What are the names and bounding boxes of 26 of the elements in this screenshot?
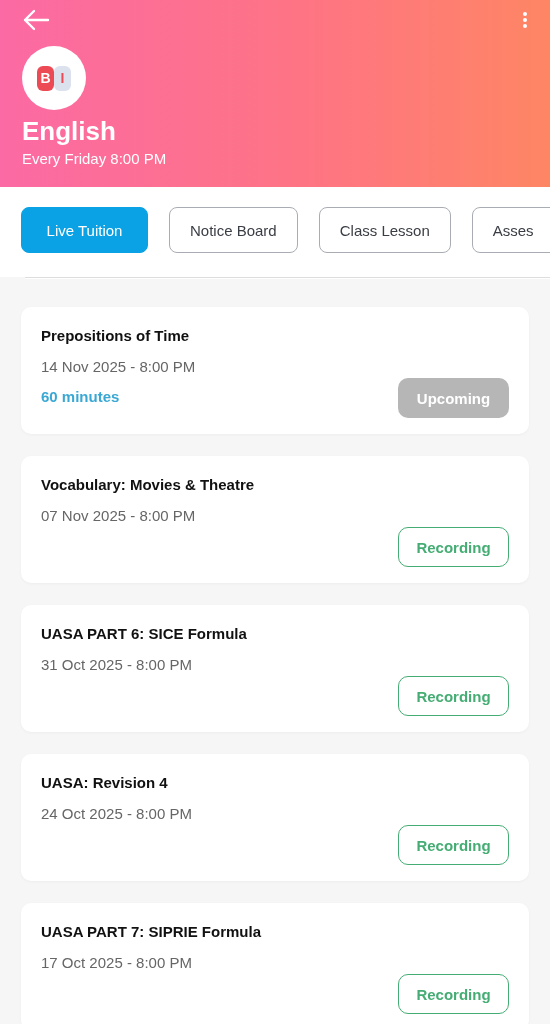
recording-button[interactable]: Recording xyxy=(398,974,509,1014)
recording-button[interactable]: Recording xyxy=(398,676,509,716)
more-options-icon[interactable] xyxy=(522,11,528,29)
tab[interactable]: Class Lesson xyxy=(318,207,451,253)
lesson-title: UASA PART 7: SIPRIE Formula xyxy=(41,923,262,940)
upcoming-button[interactable]: Upcoming xyxy=(398,378,509,418)
tab[interactable]: Live Tuition xyxy=(21,207,148,253)
lesson-title: Prepositions of Time xyxy=(41,327,191,344)
avatar-letter: I xyxy=(54,65,71,91)
lesson-date: 31 Oct 2025 - 8:00 PM xyxy=(41,656,193,673)
recording-button[interactable]: Recording xyxy=(398,825,509,865)
tab[interactable]: Notice Board xyxy=(169,207,298,253)
lesson-title: UASA PART 6: SICE Formula xyxy=(41,625,247,642)
duration-text: 60 minutes xyxy=(41,388,121,405)
lesson-date: 24 Oct 2025 - 8:00 PM xyxy=(41,805,192,822)
lesson-date: 17 Oct 2025 - 8:00 PM xyxy=(41,954,193,971)
tab[interactable]: Asses xyxy=(471,207,550,253)
lesson-title: UASA: Revision 4 xyxy=(41,774,169,791)
back-icon[interactable] xyxy=(22,8,50,32)
subject-title: English xyxy=(22,116,117,146)
lesson-date: 07 Nov 2025 - 8:00 PM xyxy=(41,507,197,524)
lesson-date: 14 Nov 2025 - 8:00 PM xyxy=(41,358,196,375)
avatar-letter: B xyxy=(37,65,54,91)
lesson-title: Vocabulary: Movies & Theatre xyxy=(41,476,255,493)
schedule-text: Every Friday 8:00 PM xyxy=(22,150,168,167)
recording-button[interactable]: Recording xyxy=(398,527,509,567)
